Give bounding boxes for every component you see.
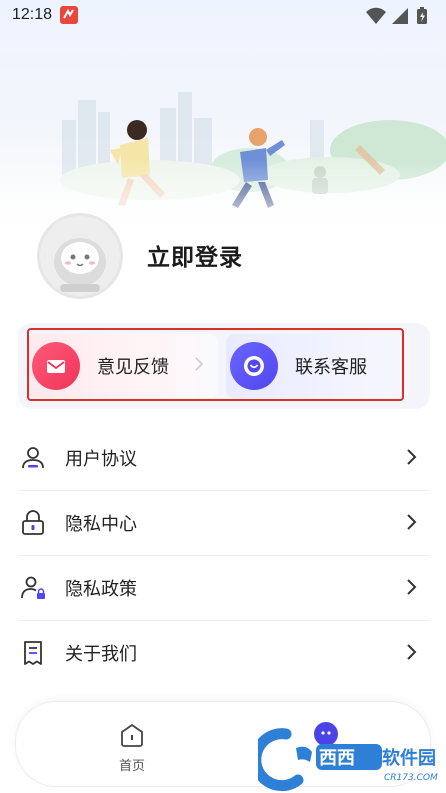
home-icon — [121, 724, 143, 747]
avatar[interactable] — [37, 213, 123, 299]
menu-label: 隐私政策 — [65, 579, 137, 600]
menu-label: 隐私中心 — [65, 514, 137, 535]
status-indicators — [364, 6, 434, 26]
menu-privacy-policy[interactable]: 隐私政策 — [18, 556, 430, 620]
lock-icon — [18, 508, 48, 538]
chevron-right-icon — [406, 513, 418, 535]
highlight-frame — [27, 328, 404, 401]
status-time: 12:18 — [12, 6, 53, 23]
menu-label: 关于我们 — [65, 644, 137, 665]
svg-text:西西: 西西 — [319, 748, 355, 769]
chevron-right-icon — [406, 448, 418, 470]
signal-icon — [392, 8, 408, 24]
svg-text:软件园: 软件园 — [382, 747, 436, 769]
nav-home-label: 首页 — [118, 759, 145, 774]
user-icon — [18, 443, 48, 473]
watermark-logo: 西西 软件园 CR173.COM — [250, 722, 446, 793]
menu-label: 用户协议 — [65, 449, 137, 470]
chevron-right-icon — [406, 578, 418, 600]
login-button[interactable]: 立即登录 — [147, 238, 243, 272]
svg-text:CR173.COM: CR173.COM — [384, 773, 438, 783]
menu-user-agreement[interactable]: 用户协议 — [18, 426, 430, 490]
menu-privacy-center[interactable]: 隐私中心 — [18, 491, 430, 555]
status-bar: 12:18 — [0, 0, 446, 32]
wifi-icon — [366, 7, 386, 25]
nav-home-tab[interactable]: 首页 — [104, 722, 160, 774]
chevron-right-icon — [406, 643, 418, 665]
user-lock-icon — [18, 573, 48, 603]
app-notification-icon — [60, 6, 78, 24]
header-illustration — [0, 0, 446, 240]
document-icon — [18, 638, 48, 668]
menu-about-us[interactable]: 关于我们 — [18, 621, 430, 685]
battery-icon — [417, 7, 427, 24]
